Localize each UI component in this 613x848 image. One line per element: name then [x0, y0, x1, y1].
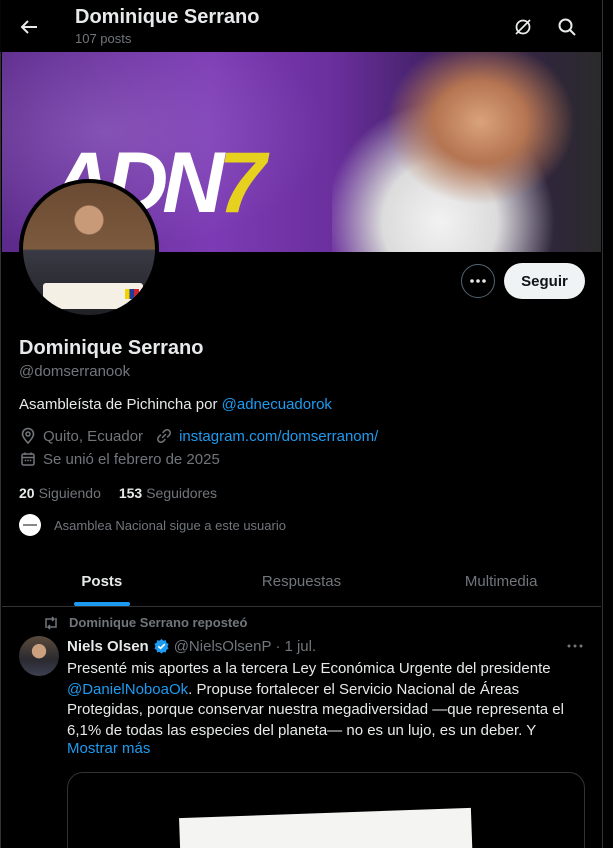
repost-icon — [45, 615, 57, 630]
more-options-button[interactable] — [461, 264, 495, 298]
followers-link[interactable]: 153 Seguidores — [119, 485, 217, 501]
banner-person-image — [332, 52, 601, 252]
post-mention-link[interactable]: @DanielNoboaOk — [67, 681, 188, 698]
post-more-button[interactable] — [565, 636, 585, 656]
tab-respuestas[interactable]: Respuestas — [202, 557, 402, 606]
show-more-link[interactable]: Mostrar más — [67, 740, 150, 757]
profile-joined-row: Se unió el febrero de 2025 — [19, 450, 220, 468]
top-bar-title: Dominique Serrano — [75, 6, 260, 28]
post-text: Presenté mis aportes a la tercera Ley Ec… — [67, 660, 564, 739]
profile-location: Quito, Ecuador — [43, 427, 144, 445]
followed-by-row[interactable]: Asamblea Nacional sigue a este usuario — [19, 514, 286, 536]
tab-posts[interactable]: Posts — [2, 557, 202, 606]
follower-avatar — [19, 514, 41, 536]
profile-avatar[interactable] — [19, 179, 159, 319]
profile-handle: @domserranook — [19, 363, 131, 380]
follow-button[interactable]: Seguir — [504, 263, 585, 299]
profile-tabs: Posts Respuestas Multimedia — [2, 557, 601, 607]
calendar-icon — [19, 450, 37, 468]
profile-meta-row: Quito, Ecuador instagram.com/domserranom… — [19, 427, 378, 445]
media-document-image — [179, 807, 473, 848]
profile-website-link[interactable]: instagram.com/domserranom/ — [179, 428, 378, 445]
profile-stats: 20 Siguiendo 153 Seguidores — [19, 485, 217, 501]
top-bar: Dominique Serrano 107 posts — [0, 0, 602, 52]
top-bar-post-count: 107 posts — [75, 31, 132, 46]
arrow-left-icon — [20, 20, 37, 34]
grok-button[interactable] — [508, 12, 538, 42]
grok-icon — [515, 19, 531, 35]
post-author-avatar[interactable] — [19, 636, 59, 676]
profile-name: Dominique Serrano — [19, 337, 204, 359]
followed-by-text: Asamblea Nacional sigue a este usuario — [54, 517, 286, 533]
link-icon — [155, 427, 173, 445]
ellipsis-icon — [470, 279, 486, 283]
profile-joined-date: Se unió el febrero de 2025 — [43, 450, 220, 468]
verified-badge-icon — [154, 638, 169, 654]
post-author-handle[interactable]: @NielsOlsenP — [174, 638, 272, 655]
bio-text: Asambleísta de Pichincha por — [19, 396, 222, 413]
bio-mention-link[interactable]: @adnecuadorok — [222, 396, 332, 413]
post-date[interactable]: 1 jul. — [284, 638, 316, 655]
following-link[interactable]: 20 Siguiendo — [19, 485, 101, 501]
post-author-name[interactable]: Niels Olsen — [67, 638, 149, 655]
post-media[interactable] — [67, 772, 585, 848]
search-button[interactable] — [552, 12, 582, 42]
ellipsis-icon — [567, 644, 583, 648]
location-pin-icon — [19, 427, 37, 445]
repost-indicator: Dominique Serrano reposteó — [43, 615, 247, 630]
search-icon — [558, 18, 576, 36]
profile-bio: Asambleísta de Pichincha por @adnecuador… — [19, 396, 332, 413]
avatar-nameplate — [43, 283, 143, 309]
tab-multimedia[interactable]: Multimedia — [401, 557, 601, 606]
post-meta-separator: · — [275, 638, 281, 655]
post-header: Niels Olsen @NielsOlsenP · 1 jul. — [67, 638, 316, 655]
repost-label: Dominique Serrano reposteó — [69, 615, 248, 630]
back-button[interactable] — [14, 12, 44, 42]
